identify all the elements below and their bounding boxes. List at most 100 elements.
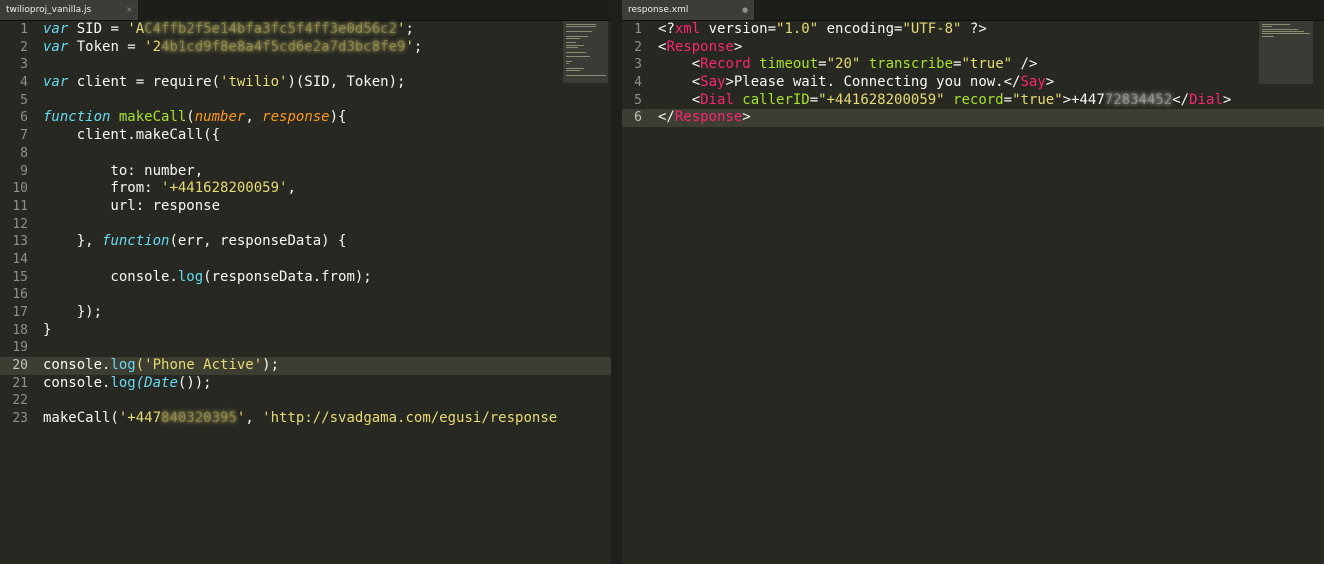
code-line[interactable]: 6 function makeCall(number, response){ (0, 109, 611, 127)
plain-token: > (742, 109, 751, 126)
plain-token: ); (262, 357, 280, 374)
code-line[interactable]: 18} (0, 322, 611, 340)
plain-token: > (1222, 91, 1232, 108)
code-line[interactable]: 1 <?xml version="1.0" encoding="UTF-8" ?> (622, 21, 1324, 39)
code-line[interactable]: 19 (0, 339, 611, 357)
tag-token: Say (700, 74, 726, 91)
line-number: 6 (634, 110, 642, 126)
code-text: }); (43, 304, 102, 322)
keyword-token: var (43, 38, 69, 55)
plain-token: ; (413, 38, 423, 55)
code-text: <Response> (658, 39, 742, 57)
keyword-token: var (43, 74, 69, 91)
modified-dot-icon[interactable]: ● (742, 7, 748, 14)
attribute-token: transcribe (860, 56, 954, 73)
code-line[interactable]: 13 }, function(err, responseData) { (0, 233, 611, 251)
line-number: 22 (12, 393, 28, 409)
code-line[interactable]: 8 (0, 145, 611, 163)
plain-token: /> (1012, 56, 1038, 73)
string-token: '2 (144, 38, 162, 55)
code-line[interactable]: 17 }); (0, 304, 611, 322)
string-token: "20" (826, 56, 861, 73)
code-text: to: number, (43, 163, 203, 181)
minimap-line (566, 42, 576, 44)
code-line[interactable]: 9 to: number, (0, 163, 611, 181)
plain-token: </ (658, 109, 675, 126)
code-line[interactable]: 11 url: response (0, 198, 611, 216)
plain-token: console. (43, 374, 111, 391)
code-line[interactable]: 22 (0, 392, 611, 410)
code-line[interactable]: 21 console.log(Date()); (0, 375, 611, 393)
plain-token: <? (658, 21, 675, 37)
property-token: log (110, 374, 136, 391)
minimap-line (566, 30, 592, 32)
minimap-line (1262, 26, 1272, 28)
code-line[interactable]: 1 var SID = 'AC4ffb2f5e14bfa3fc5f4ff3e0d5… (0, 21, 611, 39)
line-number: 3 (634, 57, 642, 73)
code-line[interactable]: 3 (0, 56, 611, 74)
plain-token: console. (43, 268, 178, 285)
minimap-line (566, 60, 572, 62)
tag-token: Dial (1189, 91, 1223, 108)
code-text: <Say>Please wait. Connecting you now.</S… (658, 74, 1055, 92)
string-token: 'A (127, 21, 145, 37)
code-line[interactable]: 14 (0, 251, 611, 269)
line-number: 11 (12, 198, 28, 214)
code-editor-js[interactable]: 1 var SID = 'AC4ffb2f5e14bfa3fc5f4ff3e0d5… (0, 21, 611, 564)
plain-token: makeCall( (43, 410, 119, 427)
tab-response-xml[interactable]: response.xml ● (622, 0, 754, 20)
attribute-token: record (944, 91, 1004, 108)
plain-token: encoding= (818, 21, 903, 37)
plain-token: ?> (961, 21, 987, 37)
minimap[interactable] (563, 21, 608, 83)
line-number: 3 (20, 57, 28, 73)
code-editor-xml[interactable]: 1 <?xml version="1.0" encoding="UTF-8" ?>… (622, 21, 1324, 564)
string-token: "1.0" (776, 21, 819, 37)
tab-twilioproj-vanilla-js[interactable]: twilioproj_vanilla.js × (0, 0, 138, 20)
close-icon[interactable]: × (126, 6, 133, 14)
string-token: '+447 (118, 410, 162, 427)
code-line[interactable]: 5 <Dial callerID="+441628200059" record=… (622, 92, 1324, 110)
code-line[interactable]: 7 client.makeCall({ (0, 127, 611, 145)
code-text: <Dial callerID="+441628200059" record="t… (658, 91, 1232, 110)
line-number: 5 (634, 92, 642, 108)
code-text: <?xml version="1.0" encoding="UTF-8" ?> (658, 21, 987, 39)
plain-token: < (658, 56, 701, 73)
code-line[interactable]: 20 console.log('Phone Active'); (0, 357, 611, 375)
minimap-line (566, 35, 588, 37)
string-token: 'twilio' (220, 74, 288, 91)
line-number: 12 (12, 216, 28, 232)
function-name-token: makeCall (110, 109, 187, 126)
code-line[interactable]: 12 (0, 216, 611, 234)
line-number: 18 (12, 322, 28, 338)
code-line[interactable]: 6 </Response> (622, 109, 1324, 128)
code-line[interactable]: 3 <Record timeout="20" transcribe="true"… (622, 56, 1324, 74)
code-text: console.log(Date()); (43, 375, 212, 393)
string-token: "+441628200059" (818, 91, 945, 108)
plain-token: Token = (68, 38, 145, 55)
code-line[interactable]: 2 var Token = '24b1cd9f8e8a4f5cd6e2a7d3bc… (0, 39, 611, 57)
pane-divider[interactable] (611, 0, 622, 564)
plain-token: ( (186, 109, 195, 126)
line-number: 19 (12, 340, 28, 356)
code-line[interactable]: 10 from: '+441628200059', (0, 180, 611, 198)
code-line[interactable]: 15 console.log(responseData.from); (0, 269, 611, 287)
plain-token: < (658, 74, 701, 91)
minimap[interactable] (1259, 21, 1313, 84)
code-line[interactable]: 2 <Response> (622, 39, 1324, 57)
string-token: "true" (1012, 91, 1063, 108)
code-line[interactable]: 16 (0, 286, 611, 304)
property-token: log (177, 268, 204, 285)
code-line[interactable]: 4 var client = require('twilio')(SID, Tok… (0, 74, 611, 92)
plain-token: >Please wait. Connecting you now.</ (725, 74, 1021, 91)
minimap-line (1262, 30, 1304, 32)
minimap-line (566, 37, 580, 39)
plain-token: = (809, 91, 819, 108)
code-line[interactable]: 23 makeCall('+447840320395', 'http://svad… (0, 410, 611, 428)
argument-token: response (262, 109, 330, 126)
line-number: 16 (12, 287, 28, 303)
code-line[interactable]: 5 (0, 92, 611, 110)
plain-token: < (658, 91, 701, 108)
keyword-token: function (102, 233, 170, 250)
code-line[interactable]: 4 <Say>Please wait. Connecting you now.<… (622, 74, 1324, 92)
